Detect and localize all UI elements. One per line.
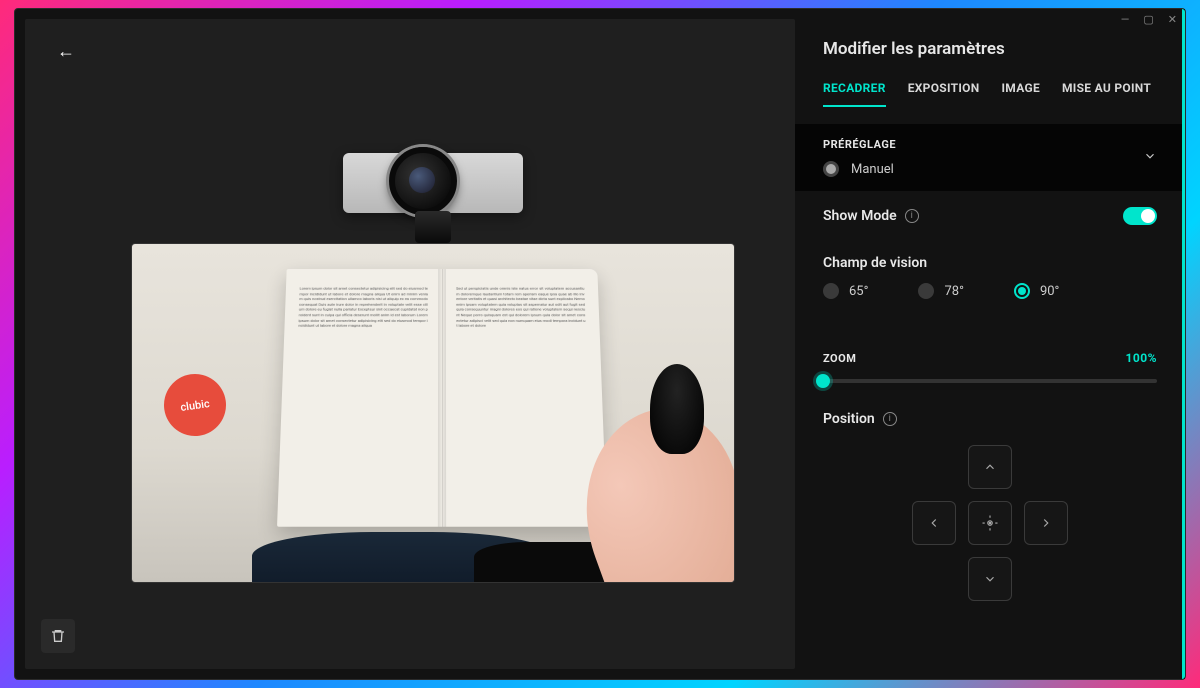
fov-option-90[interactable]: 90° [1014,283,1059,299]
preview-panel: ← Lorem ipsum dolor sit amet consectetur… [25,19,795,669]
preset-section[interactable]: PRÉRÉGLAGE Manuel [795,124,1185,191]
chevron-up-icon [983,460,997,474]
trash-icon [50,628,66,644]
radio-icon [918,283,934,299]
chevron-right-icon [1039,516,1053,530]
fov-option-65[interactable]: 65° [823,283,868,299]
chevron-left-icon [927,516,941,530]
position-label: Position [823,411,875,427]
settings-tabs: RECADRER EXPOSITION IMAGE MISE AU POINT [823,81,1157,108]
show-mode-row: Show Mode i [823,191,1157,241]
zoom-slider[interactable] [823,379,1157,383]
chevron-down-icon[interactable] [1143,149,1157,167]
fov-option-78[interactable]: 78° [918,283,963,299]
webcam-preview-area: Lorem ipsum dolor sit amet consectetur a… [111,149,755,589]
minimize-button[interactable]: — [1121,13,1130,26]
tab-exposition[interactable]: EXPOSITION [908,81,980,107]
dpad-right-button[interactable] [1024,501,1068,545]
radio-icon [823,283,839,299]
maximize-button[interactable]: ▢ [1143,13,1153,26]
sidebar-title: Modifier les paramètres [823,39,1157,59]
preset-radio-icon [823,161,839,177]
show-mode-toggle[interactable] [1123,207,1157,225]
zoom-label: ZOOM [823,352,856,365]
position-section: Position i [823,397,1157,615]
dpad-up-button[interactable] [968,445,1012,489]
zoom-section: ZOOM 100% [823,319,1157,397]
chevron-down-icon [983,572,997,586]
app-window: — ▢ ✕ ← Lorem ipsum dolor sit amet conse… [14,8,1186,680]
preset-label: PRÉRÉGLAGE [823,138,896,151]
tab-recadrer[interactable]: RECADRER [823,81,886,107]
delete-button[interactable] [41,619,75,653]
dpad-center-button[interactable] [968,501,1012,545]
accent-bar [1182,9,1185,679]
fov-section: Champ de vision 65° 78° 90° [823,241,1157,319]
webcam-device-illustration [333,149,533,237]
fov-label: Champ de vision [823,255,1157,271]
zoom-value: 100% [1125,351,1157,365]
preset-value: Manuel [851,162,894,177]
dpad-down-button[interactable] [968,557,1012,601]
info-icon[interactable]: i [905,209,919,223]
settings-sidebar: Modifier les paramètres RECADRER EXPOSIT… [795,9,1185,679]
camera-feed[interactable]: Lorem ipsum dolor sit amet consectetur a… [131,243,735,583]
position-dpad [823,445,1157,601]
tab-image[interactable]: IMAGE [1001,81,1040,107]
dpad-left-button[interactable] [912,501,956,545]
zoom-slider-thumb[interactable] [816,374,830,388]
window-controls: — ▢ ✕ [1121,13,1177,26]
info-icon[interactable]: i [883,412,897,426]
radio-selected-icon [1014,283,1030,299]
back-button[interactable]: ← [57,41,75,62]
sticker-label: clubic [160,370,230,440]
tab-mise-au-point[interactable]: MISE AU POINT [1062,81,1151,107]
show-mode-label: Show Mode [823,208,897,224]
close-button[interactable]: ✕ [1168,13,1177,26]
center-target-icon [981,514,999,532]
